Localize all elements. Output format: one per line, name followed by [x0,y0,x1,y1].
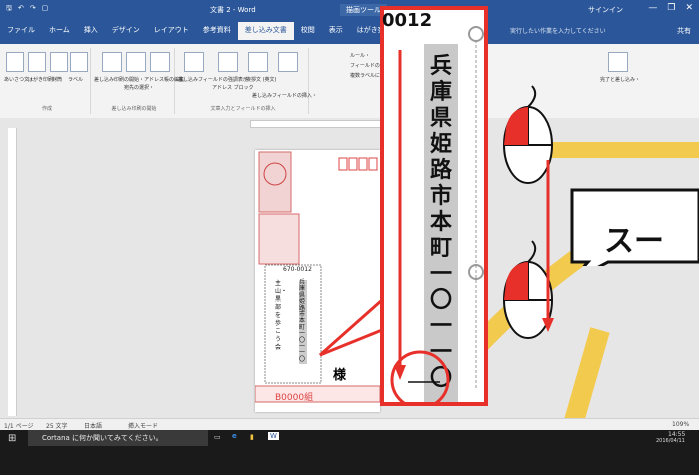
postcard-print-button[interactable] [28,52,46,72]
save-icon[interactable]: 🖫 [6,4,12,15]
group-name-create: 作成 [41,106,52,112]
start-merge-label: 差し込み印刷の開始・ [94,77,145,83]
insert-field-label: 差し込みフィールドの挿入・ [252,93,317,99]
tab-file[interactable]: ファイル [0,22,42,40]
select-recipients-button[interactable] [126,52,146,72]
greeting-line-button[interactable] [248,52,268,72]
zoom-callout-panel: 0012 兵 庫 県 姫 路 市 本 町 一 〇 一 一 〇 [380,6,488,406]
ribbon-group-fields: 差し込みフィールドの強調表示 アドレス ブロック 挨拶文 (英文) 差し込みフィ… [178,48,317,114]
task-view-icon[interactable]: ▭ [214,433,221,441]
status-mode[interactable]: 挿入モード [128,421,158,430]
sender-line: 主山・黒部を歩こう会 [275,280,288,351]
clock-date: 2016/04/11 [656,438,685,444]
status-lang[interactable]: 日本語 [84,421,102,430]
horizontal-ruler [0,118,699,128]
tab-review[interactable]: 校閲 [294,22,322,40]
finish-merge-label: 完了と差し込み・ [600,77,641,83]
greeting-button[interactable] [6,52,24,72]
highlight-fields-button[interactable] [184,52,204,72]
postal-code: 670-0012 [283,266,312,273]
word-icon[interactable]: W [268,432,279,440]
ribbon: あいさつ文・ はがき印刷・ 封筒 ラベル 作成 差し込み印刷の開始・ 宛先の選択… [0,44,699,119]
cortana-placeholder: Cortana に何か聞いてみてください。 [42,434,163,442]
taskbar: ⊞ Cortana に何か聞いてみてください。 ▭ e ▮ W 14:55 20… [0,430,699,475]
ribbon-group-rules: ルール・ フィールドの対応 複数ラベルに反映 [310,48,390,114]
quick-access-toolbar: 🖫 ↶ ↷ ▢ [6,4,48,15]
tab-view[interactable]: 表示 [322,22,350,40]
edit-list-button[interactable] [150,52,170,72]
ribbon-group-create: あいさつ文・ はがき印刷・ 封筒 ラベル 作成 [4,48,91,114]
tab-insert[interactable]: 挿入 [77,22,105,40]
tab-design[interactable]: デザイン [105,22,147,40]
address-block-button[interactable] [218,52,238,72]
select-recipients-label: 宛先の選択・ [124,85,155,91]
finish-merge-button[interactable] [608,52,628,72]
ribbon-group-finish: 完了と差し込み・ [600,48,640,114]
cortana-search[interactable]: Cortana に何か聞いてみてください。 [28,430,208,446]
envelope-label: 封筒 [52,77,63,83]
label-label: ラベル [68,77,84,83]
address-vertical: 兵庫県姫路市本町一〇一一〇 [299,279,306,363]
tab-references[interactable]: 参考資料 [196,22,238,40]
restore-button[interactable]: ❐ [667,3,675,13]
tab-mailings[interactable]: 差し込み文書 [237,22,294,40]
window-title: 文書 2 - Word [210,6,256,14]
insert-field-button[interactable] [278,52,298,72]
zoom-overlay-marks [390,26,484,402]
share-button[interactable]: 共有 [677,26,691,36]
undo-icon[interactable]: ↶ [18,4,24,15]
vertical-ruler [8,128,17,416]
new-doc-icon[interactable]: ▢ [42,4,49,15]
redo-icon[interactable]: ↷ [30,4,36,15]
minimize-button[interactable]: — [648,3,657,13]
address-block-label: アドレス ブロック [212,85,254,91]
status-zoom[interactable]: 109% [672,421,689,428]
highlight-label: 差し込みフィールドの強調表示 [178,77,248,83]
speech-bubble-text: スー [604,224,664,259]
lottery-number: B0000組 [275,393,314,403]
tab-home[interactable]: ホーム [42,22,77,40]
recipient-suffix: 様 [333,368,347,383]
label-button[interactable] [70,52,88,72]
edge-icon[interactable]: e [232,432,237,440]
tab-layout[interactable]: レイアウト [147,22,196,40]
status-page[interactable]: 1/1 ページ [4,421,33,430]
ribbon-group-start: 差し込み印刷の開始・ 宛先の選択・ アドレス帳の編集 差し込み印刷の開始 [94,48,184,114]
title-bar: 🖫 ↶ ↷ ▢ 文書 2 - Word 描画ツール サインイン — ❐ ✕ ファ… [0,0,699,44]
rules-button[interactable]: ルール・ [350,52,370,59]
mouse-icon-bottom [503,240,553,339]
postcard-page: 670-0012 兵庫県姫路市本町一〇一一〇 主山・黒部を歩こう会 様 B000… [255,150,380,412]
postcard-graphics [255,151,380,403]
start-merge-button[interactable] [102,52,122,72]
envelope-button[interactable] [50,52,68,72]
windows-start-icon[interactable]: ⊞ [8,433,16,444]
speech-bubble: スー [568,186,699,266]
tell-me-input[interactable]: 実行したい作業を入力してください [510,26,606,35]
explorer-icon[interactable]: ▮ [250,433,254,441]
greeting-line-label: 挨拶文 (英文) [246,77,277,83]
clock-time: 14:55 [668,431,686,438]
signin-link[interactable]: サインイン [588,5,623,15]
group-name-fields: 文章入力とフィールドの挿入 [210,106,276,112]
status-words[interactable]: 25 文字 [46,421,68,430]
close-button[interactable]: ✕ [685,3,693,13]
group-name-start: 差し込み印刷の開始 [111,106,157,112]
